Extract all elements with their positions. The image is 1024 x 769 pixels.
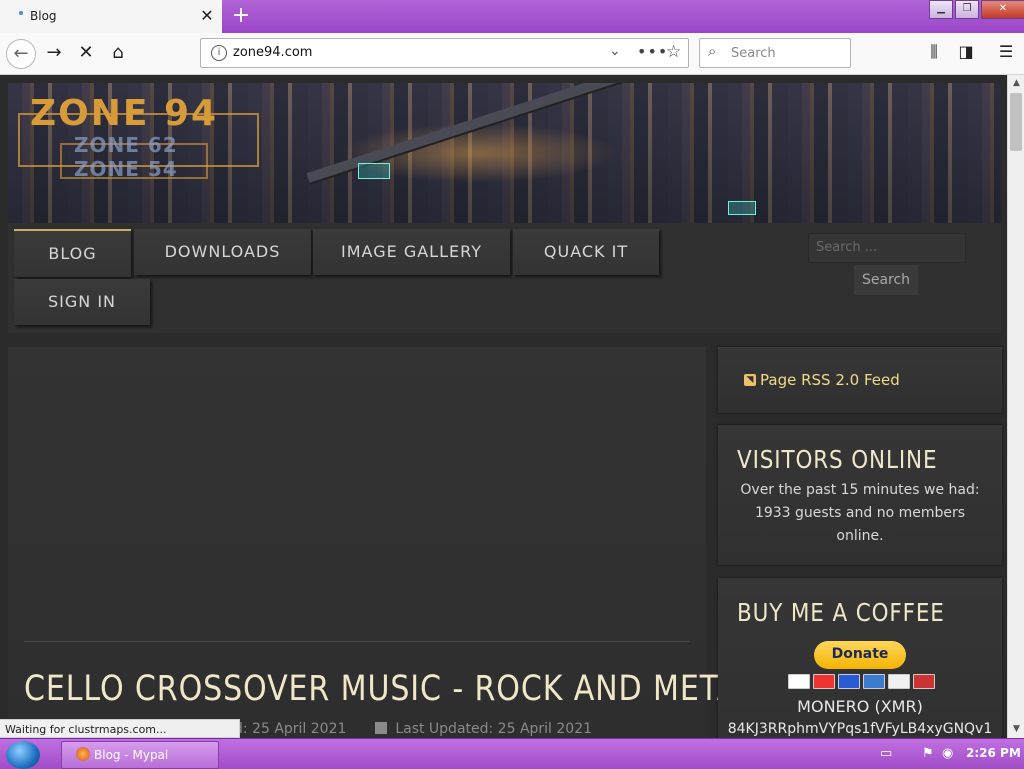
network-icon[interactable]: ⚑ [922, 746, 934, 761]
tab-bar: Blog ✕ + ▁ ❐ ✕ [0, 0, 1024, 33]
library-icon[interactable]: ⫼ [922, 40, 946, 64]
url-text[interactable]: zone94.com [233, 45, 312, 60]
calendar-icon [374, 722, 387, 734]
menu-hamburger-icon[interactable]: ☰ [994, 40, 1018, 64]
menu-item-sign-in[interactable]: SIGN IN [14, 279, 150, 325]
page-actions-icon[interactable]: ••• [637, 42, 668, 61]
bookmark-star-icon[interactable]: ☆ [666, 42, 681, 62]
tab-title: Blog [30, 9, 57, 23]
amex-card-icon [863, 674, 885, 689]
scroll-thumb[interactable] [1010, 93, 1022, 151]
site-info-icon[interactable]: i [211, 45, 227, 61]
discover-card-icon [888, 674, 910, 689]
page-scrollbar[interactable]: ▲ ▼ [1007, 75, 1024, 738]
tab-blog[interactable]: Blog ✕ [0, 0, 222, 33]
rss-icon: ◥ [744, 374, 756, 386]
keyboard-icon[interactable]: ▭ [880, 746, 892, 761]
rss-feed-link[interactable]: Page RSS 2.0 Feed [760, 371, 900, 389]
menu-item-blog[interactable]: BLOG [14, 229, 131, 277]
volume-icon[interactable]: ◉ [942, 746, 953, 761]
unionpay-card-icon [913, 674, 935, 689]
address-bar[interactable]: i zone94.com ⌄ ••• ☆ [200, 38, 689, 68]
visitors-text: Over the past 15 minutes we had: 1933 gu… [740, 482, 980, 544]
banner-sign [358, 163, 390, 179]
payment-cards [788, 674, 938, 689]
search-icon: ⌕ [708, 42, 717, 60]
chevron-down-icon[interactable]: ⌄ [609, 43, 621, 59]
browser-search-input[interactable]: ⌕ Search [699, 38, 851, 68]
monero-address: 84KJ3RRphmVYPqs1fVFyLB4xyGNQv1 [727, 721, 993, 737]
menu-item-quack-it[interactable]: QUACK IT [513, 229, 659, 275]
visitors-title: VISITORS ONLINE [737, 445, 938, 474]
main-menu: BLOG DOWNLOADS IMAGE GALLERY QUACK IT SI… [8, 223, 1001, 333]
site-search-placeholder: Search ... [816, 240, 878, 255]
taskbar-task-blog[interactable]: Blog - Mypal [61, 741, 219, 769]
close-window-button[interactable]: ✕ [981, 0, 1024, 19]
site-search-button[interactable]: Search [854, 265, 918, 295]
scroll-down-icon[interactable]: ▼ [1008, 721, 1024, 738]
scroll-up-icon[interactable]: ▲ [1008, 75, 1024, 92]
coffee-widget: BUY ME A COFFEE Donate MONERO (XMR) 84KJ… [718, 578, 1002, 738]
taskbar-task-label: Blog - Mypal [94, 748, 169, 762]
visa-card-icon [788, 674, 810, 689]
minimize-window-button[interactable]: ▁ [929, 0, 953, 19]
close-tab-icon[interactable]: ✕ [198, 5, 216, 27]
navigation-toolbar: ← → ✕ ⌂ i zone94.com ⌄ ••• ☆ ⌕ Search ⫼ … [0, 33, 1024, 75]
maestro-card-icon [838, 674, 860, 689]
maximize-window-button[interactable]: ❐ [955, 0, 979, 19]
new-tab-button[interactable]: + [228, 4, 254, 30]
sidebar-toggle-icon[interactable]: ◨ [954, 40, 978, 64]
windows-taskbar: Blog - Mypal ▭ ⚑ ◉ 2:26 PM [0, 738, 1024, 769]
coffee-title: BUY ME A COFFEE [737, 598, 945, 627]
banner-sign [728, 201, 756, 215]
mastercard-icon [813, 674, 835, 689]
logo-subtext: ZONE 54 [74, 157, 178, 181]
site-banner: ZONE 94 ZONE 62 ZONE 54 [8, 83, 1001, 223]
taskbar-clock[interactable]: 2:26 PM [966, 746, 1021, 760]
home-button[interactable]: ⌂ [104, 39, 132, 67]
article-panel: CELLO CROSSOVER MUSIC - ROCK AND METAL d… [8, 347, 755, 738]
browser-app-icon [76, 747, 90, 761]
status-bar: Waiting for clustrmaps.com... [0, 719, 240, 738]
search-placeholder: Search [731, 46, 776, 61]
loading-indicator-icon [19, 11, 23, 15]
site-search-input[interactable]: Search ... [808, 233, 966, 263]
menu-item-downloads[interactable]: DOWNLOADS [134, 229, 311, 275]
stop-button[interactable]: ✕ [72, 39, 100, 67]
monero-label: MONERO (XMR) [797, 697, 923, 716]
divider [24, 641, 690, 642]
donate-button[interactable]: Donate [814, 641, 906, 669]
rss-widget: ◥ Page RSS 2.0 Feed [718, 347, 1002, 413]
last-updated: Last Updated: 25 April 2021 [395, 721, 593, 737]
article-title[interactable]: CELLO CROSSOVER MUSIC - ROCK AND METAL [24, 669, 756, 709]
start-button[interactable] [6, 741, 40, 769]
forward-button[interactable]: → [40, 39, 68, 67]
visitors-widget: VISITORS ONLINE Over the past 15 minutes… [718, 425, 1002, 565]
page-viewport: ZONE 94 ZONE 62 ZONE 54 BLOG DOWNLOADS I… [0, 75, 1007, 738]
site-logo[interactable]: ZONE 94 [30, 93, 218, 134]
logo-subtext: ZONE 62 [74, 133, 178, 157]
menu-item-image-gallery[interactable]: IMAGE GALLERY [313, 229, 510, 275]
back-button[interactable]: ← [6, 39, 36, 69]
